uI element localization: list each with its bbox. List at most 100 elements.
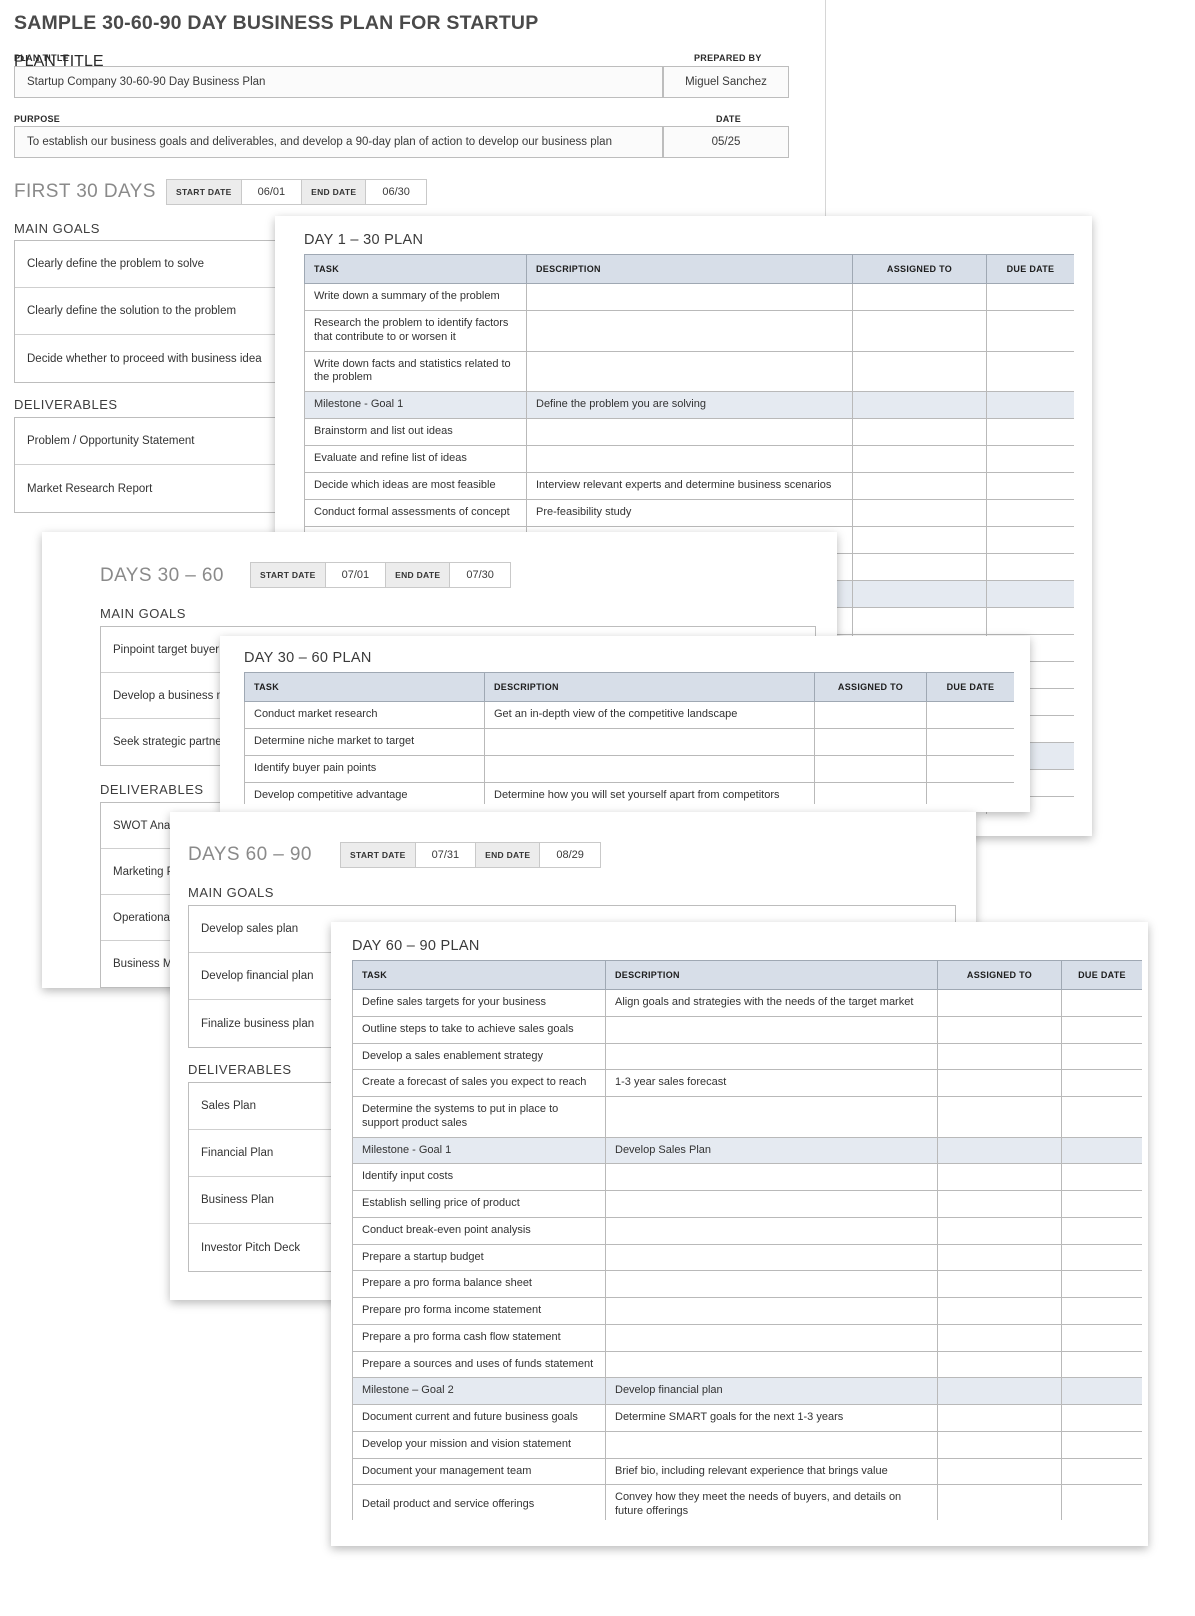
- cell-description[interactable]: [605, 1323, 938, 1352]
- cell-assigned-to[interactable]: [937, 1243, 1062, 1272]
- cell-description[interactable]: Brief bio, including relevant experience…: [605, 1457, 938, 1486]
- cell-description[interactable]: Interview relevant experts and determine…: [526, 472, 853, 500]
- cell-assigned-to[interactable]: [852, 526, 987, 554]
- cell-due-date[interactable]: [1061, 1404, 1142, 1432]
- cell-assigned-to[interactable]: [852, 283, 987, 311]
- end-date-value[interactable]: 07/30: [450, 563, 510, 587]
- cell-assigned-to[interactable]: [937, 1377, 1062, 1405]
- cell-assigned-to[interactable]: [852, 580, 987, 608]
- cell-description[interactable]: Get an in-depth view of the competitive …: [484, 701, 815, 729]
- cell-assigned-to[interactable]: [937, 1069, 1062, 1097]
- cell-assigned-to[interactable]: [937, 1270, 1062, 1298]
- cell-due-date[interactable]: [986, 472, 1074, 500]
- start-date-value[interactable]: 07/01: [325, 563, 387, 587]
- table-row[interactable]: Develop a sales enablement strategy: [352, 1042, 1142, 1071]
- cell-description[interactable]: [526, 350, 853, 392]
- cell-task[interactable]: Define sales targets for your business: [352, 989, 606, 1017]
- table-row[interactable]: Prepare a pro forma cash flow statement: [352, 1323, 1142, 1352]
- cell-description[interactable]: [484, 728, 815, 756]
- cell-due-date[interactable]: [986, 499, 1074, 527]
- cell-due-date[interactable]: [1061, 1377, 1142, 1405]
- cell-description[interactable]: Determine how you will set yourself apar…: [484, 782, 815, 804]
- cell-assigned-to[interactable]: [814, 782, 927, 804]
- cell-task[interactable]: Conduct market research: [244, 701, 485, 729]
- table-row[interactable]: Conduct break-even point analysis: [352, 1216, 1142, 1245]
- cell-assigned-to[interactable]: [937, 1096, 1062, 1138]
- table-row[interactable]: Detail product and service offerings Conv…: [352, 1484, 1142, 1520]
- cell-assigned-to[interactable]: [852, 418, 987, 446]
- cell-assigned-to[interactable]: [852, 472, 987, 500]
- date-range-60-90[interactable]: START DATE 07/31 END DATE 08/29: [340, 842, 601, 868]
- plan-title-field[interactable]: Startup Company 30-60-90 Day Business Pl…: [14, 66, 663, 98]
- cell-task[interactable]: Milestone - Goal 1: [304, 391, 527, 419]
- cell-assigned-to[interactable]: [814, 701, 927, 729]
- table-row[interactable]: Prepare a pro forma balance sheet: [352, 1270, 1142, 1298]
- cell-assigned-to[interactable]: [937, 1297, 1062, 1325]
- table-row[interactable]: Define sales targets for your business Al…: [352, 989, 1142, 1017]
- cell-due-date[interactable]: [1061, 1136, 1142, 1165]
- cell-assigned-to[interactable]: [814, 728, 927, 756]
- table-row[interactable]: Write down facts and statistics related …: [304, 350, 1074, 392]
- cell-description[interactable]: [605, 1270, 938, 1298]
- cell-description[interactable]: [605, 1042, 938, 1071]
- cell-due-date[interactable]: [1061, 1350, 1142, 1379]
- cell-due-date[interactable]: [1061, 1069, 1142, 1097]
- cell-description[interactable]: [605, 1350, 938, 1379]
- cell-description[interactable]: [605, 1163, 938, 1191]
- table-row[interactable]: Conduct market research Get an in-depth v…: [244, 701, 1014, 729]
- cell-task[interactable]: Develop your mission and vision statemen…: [352, 1430, 606, 1459]
- cell-due-date[interactable]: [926, 701, 1014, 729]
- cell-description[interactable]: Determine SMART goals for the next 1-3 y…: [605, 1404, 938, 1432]
- cell-due-date[interactable]: [986, 553, 1074, 581]
- cell-description[interactable]: [605, 1430, 938, 1459]
- cell-due-date[interactable]: [986, 283, 1074, 311]
- table-row[interactable]: Determine niche market to target: [244, 728, 1014, 756]
- cell-assigned-to[interactable]: [937, 1042, 1062, 1071]
- date-range-first-30[interactable]: START DATE 06/01 END DATE 06/30: [166, 179, 427, 205]
- table-row[interactable]: Determine the systems to put in place to…: [352, 1096, 1142, 1138]
- table-row[interactable]: Document your management team Brief bio, …: [352, 1457, 1142, 1486]
- cell-assigned-to[interactable]: [852, 350, 987, 392]
- cell-description[interactable]: Pre-feasibility study: [526, 499, 853, 527]
- cell-due-date[interactable]: [1061, 1096, 1142, 1138]
- cell-task[interactable]: Research the problem to identify factors…: [304, 310, 527, 352]
- table-row[interactable]: Create a forecast of sales you expect to…: [352, 1069, 1142, 1097]
- table-row[interactable]: Prepare pro forma income statement: [352, 1297, 1142, 1325]
- cell-assigned-to[interactable]: [852, 391, 987, 419]
- table-row[interactable]: Milestone - Goal 1 Develop Sales Plan: [352, 1136, 1142, 1165]
- cell-due-date[interactable]: [926, 782, 1014, 804]
- table-row[interactable]: Develop your mission and vision statemen…: [352, 1430, 1142, 1459]
- cell-task[interactable]: Prepare a pro forma balance sheet: [352, 1270, 606, 1298]
- table-row[interactable]: Identify buyer pain points: [244, 755, 1014, 783]
- cell-due-date[interactable]: [1061, 1323, 1142, 1352]
- cell-assigned-to[interactable]: [937, 1216, 1062, 1245]
- cell-due-date[interactable]: [986, 391, 1074, 419]
- cell-task[interactable]: Develop a sales enablement strategy: [352, 1042, 606, 1071]
- cell-assigned-to[interactable]: [937, 1430, 1062, 1459]
- cell-assigned-to[interactable]: [852, 310, 987, 352]
- table-row[interactable]: Research the problem to identify factors…: [304, 310, 1074, 352]
- table-row[interactable]: Establish selling price of product: [352, 1190, 1142, 1218]
- cell-due-date[interactable]: [986, 445, 1074, 473]
- cell-task[interactable]: Determine niche market to target: [244, 728, 485, 756]
- table-row[interactable]: Milestone - Goal 1 Define the problem you…: [304, 391, 1074, 419]
- cell-due-date[interactable]: [1061, 1270, 1142, 1298]
- cell-task[interactable]: Establish selling price of product: [352, 1190, 606, 1218]
- cell-description[interactable]: [484, 755, 815, 783]
- cell-task[interactable]: Outline steps to take to achieve sales g…: [352, 1015, 606, 1044]
- cell-task[interactable]: Determine the systems to put in place to…: [352, 1096, 606, 1138]
- cell-due-date[interactable]: [926, 728, 1014, 756]
- cell-description[interactable]: [526, 283, 853, 311]
- cell-task[interactable]: Write down facts and statistics related …: [304, 350, 527, 392]
- purpose-field[interactable]: To establish our business goals and deli…: [14, 126, 663, 158]
- cell-due-date[interactable]: [1061, 1042, 1142, 1071]
- cell-assigned-to[interactable]: [937, 1323, 1062, 1352]
- cell-task[interactable]: Create a forecast of sales you expect to…: [352, 1069, 606, 1097]
- cell-description[interactable]: Define the problem you are solving: [526, 391, 853, 419]
- cell-task[interactable]: Conduct break-even point analysis: [352, 1216, 606, 1245]
- cell-task[interactable]: Conduct formal assessments of concept: [304, 499, 527, 527]
- cell-description[interactable]: [605, 1216, 938, 1245]
- table-row[interactable]: Write down a summary of the problem: [304, 283, 1074, 311]
- cell-task[interactable]: Brainstorm and list out ideas: [304, 418, 527, 446]
- cell-task[interactable]: Identify buyer pain points: [244, 755, 485, 783]
